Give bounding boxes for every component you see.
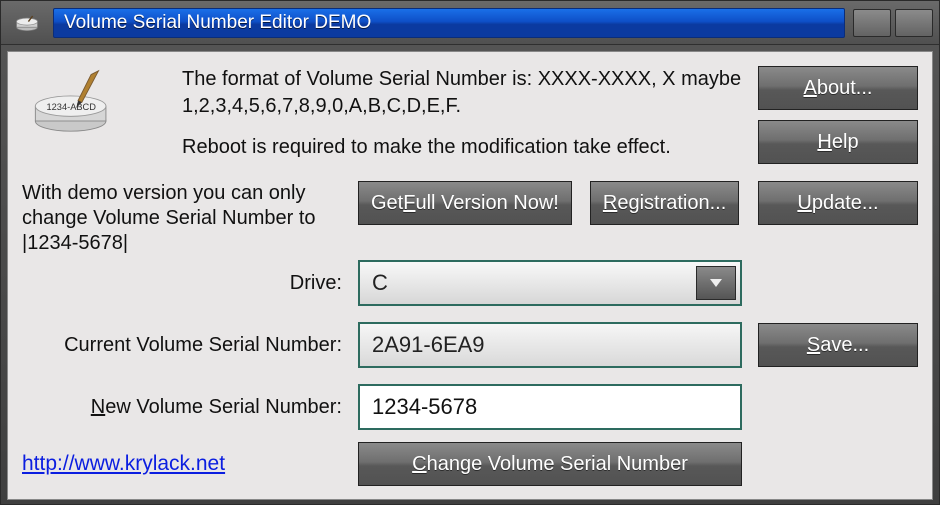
website-link[interactable]: http://www.krylack.net <box>22 452 342 476</box>
reboot-info-text: Reboot is required to make the modificat… <box>182 134 748 161</box>
window-title-text: Volume Serial Number Editor DEMO <box>64 12 371 34</box>
window-title: Volume Serial Number Editor DEMO <box>53 8 845 38</box>
minimize-button[interactable] <box>853 9 891 37</box>
client-area: 1234-ABCD The format of Volume Serial Nu… <box>7 51 933 500</box>
new-serial-label: New Volume Serial Number: <box>22 396 342 419</box>
drive-select[interactable]: C <box>358 260 742 306</box>
svg-text:1234-ABCD: 1234-ABCD <box>46 101 96 111</box>
change-serial-button[interactable]: Change Volume Serial Number <box>358 442 742 486</box>
drive-label: Drive: <box>22 272 342 295</box>
format-info-text: The format of Volume Serial Number is: X… <box>182 66 748 120</box>
titlebar: Volume Serial Number Editor DEMO <box>1 1 939 45</box>
current-serial-field: 2A91-6EA9 <box>358 322 742 368</box>
info-text: The format of Volume Serial Number is: X… <box>182 66 748 175</box>
hdd-icon <box>13 13 41 33</box>
help-button[interactable]: Help <box>758 120 918 164</box>
app-icon <box>7 7 47 39</box>
new-serial-input[interactable] <box>358 384 742 430</box>
close-button[interactable] <box>895 9 933 37</box>
app-window: Volume Serial Number Editor DEMO 1234-AB… <box>0 0 940 505</box>
about-button[interactable]: About... <box>758 66 918 110</box>
drive-illustration-icon: 1234-ABCD <box>22 66 122 136</box>
registration-button[interactable]: Registration... <box>590 181 739 225</box>
system-buttons <box>853 9 933 37</box>
save-button[interactable]: Save... <box>758 323 918 367</box>
demo-note: With demo version you can only change Vo… <box>22 181 342 256</box>
chevron-down-icon[interactable] <box>696 266 736 300</box>
drive-select-value: C <box>372 270 388 296</box>
get-full-version-button[interactable]: Get Full Version Now! <box>358 181 572 225</box>
current-serial-value: 2A91-6EA9 <box>372 332 485 358</box>
current-serial-label: Current Volume Serial Number: <box>22 334 342 357</box>
update-button[interactable]: Update... <box>758 181 918 225</box>
